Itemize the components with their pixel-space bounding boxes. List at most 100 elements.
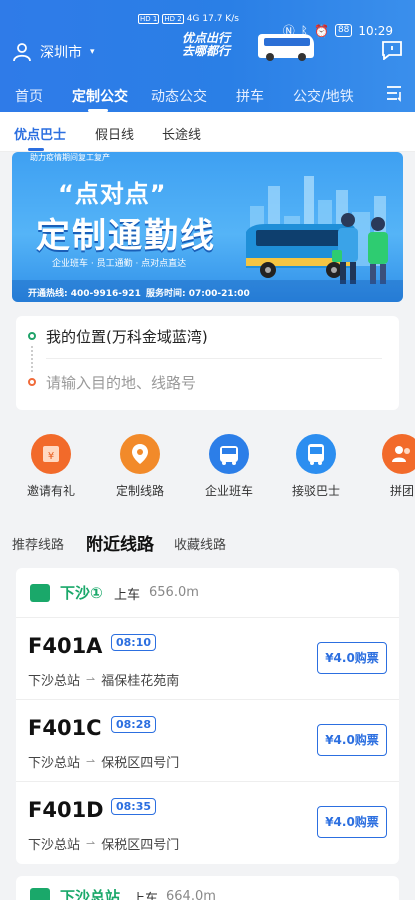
stop-name: 下沙总站 <box>60 888 121 900</box>
route-path: 下沙总站 ⇀ 福保桂花苑南 <box>28 670 179 689</box>
quick-company-bus-label: 企业班车 <box>204 484 253 498</box>
bus-logo-icon <box>258 34 314 61</box>
svg-text:¥: ¥ <box>48 451 54 462</box>
route-destination: 保税区四号门 <box>101 838 180 853</box>
tab-dynamic-bus[interactable]: 动态公交 <box>151 86 207 106</box>
subtab-active-indicator <box>28 148 44 151</box>
alarm-icon: ⏰ <box>314 23 329 38</box>
subtab-long-distance[interactable]: 长途线 <box>162 124 201 143</box>
stop-header[interactable]: 下沙① 上车 656.0m <box>16 568 399 618</box>
sub-tabs: 优点巴士 假日线 长途线 <box>0 112 415 152</box>
route-connector <box>31 346 33 372</box>
route-number: F401D <box>28 798 104 822</box>
menu-icon[interactable] <box>385 84 403 102</box>
destination-dot-icon <box>28 378 36 386</box>
route-origin: 下沙总站 <box>28 838 81 853</box>
banner-hours: 服务时间: 07:00-21:00 <box>146 289 250 299</box>
route-departure-time: 08:28 <box>111 716 157 733</box>
bus-stop-icon <box>30 888 50 900</box>
origin-field[interactable]: 我的位置(万科金域蓝湾) <box>46 326 208 347</box>
board-label: 上车 <box>132 892 159 900</box>
route-row[interactable]: F401A 08:10 下沙总站 ⇀ 福保桂花苑南 ¥4.0购票 <box>16 618 399 700</box>
arrow-right-icon: ⇀ <box>86 837 96 850</box>
message-icon[interactable] <box>381 40 403 60</box>
battery-level: 88 <box>334 24 353 37</box>
status-bar: HD 1 HD 2 4G 17.7 K/s Ⓝ ᛒ ⏰ 88 10:29 <box>0 0 415 38</box>
tab-recommended-routes[interactable]: 推荐线路 <box>12 534 64 553</box>
quick-custom-route[interactable]: 定制线路 <box>100 434 180 499</box>
city-name[interactable]: 深圳市 <box>40 42 82 62</box>
subtab-youdian-bus[interactable]: 优点巴士 <box>14 124 66 143</box>
stop-distance: 664.0m <box>166 889 216 900</box>
quick-invite[interactable]: ¥ 邀请有礼 <box>11 434 91 499</box>
subtab-holiday[interactable]: 假日线 <box>95 124 134 143</box>
stop-distance: 656.0m <box>149 585 199 600</box>
company-bus-icon[interactable] <box>209 434 249 474</box>
tab-carpool[interactable]: 拼车 <box>236 86 264 106</box>
tab-home[interactable]: 首页 <box>15 86 43 106</box>
promo-banner[interactable]: 助力疫情期间复工复产 “点对点” 定制通勤线 企业班车 · 员工通勤 · 点对点… <box>12 152 403 302</box>
nearby-routes-card: 下沙① 上车 656.0m F401A 08:10 下沙总站 ⇀ 福保桂花苑南 … <box>16 568 399 864</box>
buy-ticket-button[interactable]: ¥4.0购票 <box>317 724 387 756</box>
bus-stop-icon <box>30 584 50 602</box>
buy-ticket-button[interactable]: ¥4.0购票 <box>317 642 387 674</box>
quick-group-label: 拼团 <box>389 484 414 498</box>
divider <box>46 358 382 359</box>
banner-note: 助力疫情期间复工复产 <box>30 153 110 162</box>
group-icon[interactable] <box>382 434 415 474</box>
quick-invite-label: 邀请有礼 <box>26 484 75 498</box>
route-origin: 下沙总站 <box>28 756 81 771</box>
signal-indicators: HD 1 HD 2 4G 17.7 K/s <box>138 14 239 24</box>
banner-tags: 企业班车 · 员工通勤 · 点对点直达 <box>52 259 187 269</box>
app-header: HD 1 HD 2 4G 17.7 K/s Ⓝ ᛒ ⏰ 88 10:29 深圳市… <box>0 0 415 112</box>
quick-shuttle-label: 接驳巴士 <box>291 484 340 498</box>
gift-icon[interactable]: ¥ <box>31 434 71 474</box>
origin-dot-icon <box>28 332 36 340</box>
banner-title-1: “点对点” <box>58 180 167 208</box>
board-label: 上车 <box>114 588 141 603</box>
route-tabs: 推荐线路 附近线路 收藏线路 <box>0 524 415 558</box>
route-departure-time: 08:35 <box>111 798 157 815</box>
route-search-card: 我的位置(万科金域蓝湾) 请输入目的地、线路号 <box>16 316 399 410</box>
arrow-right-icon: ⇀ <box>86 755 96 768</box>
route-departure-time: 08:10 <box>111 634 157 651</box>
sim1-badge: HD 1 <box>138 14 160 24</box>
route-destination: 保税区四号门 <box>101 756 180 771</box>
tab-nearby-routes[interactable]: 附近线路 <box>86 530 154 555</box>
stop-name: 下沙① <box>60 584 103 602</box>
tab-favorite-routes[interactable]: 收藏线路 <box>174 534 226 553</box>
quick-custom-route-label: 定制线路 <box>115 484 164 498</box>
route-path: 下沙总站 ⇀ 保税区四号门 <box>28 834 179 853</box>
clock: 10:29 <box>358 23 393 38</box>
buy-ticket-button[interactable]: ¥4.0购票 <box>317 806 387 838</box>
next-stop-card[interactable]: 下沙总站 上车 664.0m <box>16 876 399 900</box>
quick-shuttle[interactable]: 接驳巴士 <box>276 434 356 499</box>
quick-group[interactable]: 拼团 <box>362 434 415 499</box>
route-number: F401A <box>28 634 103 658</box>
quick-company-bus[interactable]: 企业班车 <box>189 434 269 499</box>
destination-input[interactable]: 请输入目的地、线路号 <box>46 372 196 393</box>
quick-actions: ¥ 邀请有礼 定制线路 企业班车 接驳巴士 拼团 <box>0 434 415 504</box>
city-selector[interactable]: 深圳市 ▾ <box>12 42 95 62</box>
slogan-line2: 去哪都行 <box>182 44 231 58</box>
map-pin-icon[interactable] <box>120 434 160 474</box>
passengers-illustration <box>332 213 388 284</box>
banner-title-2: 定制通勤线 <box>36 216 216 256</box>
route-row[interactable]: F401D 08:35 下沙总站 ⇀ 保税区四号门 ¥4.0购票 <box>16 782 399 864</box>
tab-bus-metro[interactable]: 公交/地铁 <box>293 86 354 106</box>
route-path: 下沙总站 ⇀ 保税区四号门 <box>28 752 179 771</box>
main-nav: 首页 定制公交 动态公交 拼车 公交/地铁 <box>0 78 415 112</box>
route-destination: 福保桂花苑南 <box>101 674 180 689</box>
user-icon[interactable] <box>12 42 32 62</box>
route-row[interactable]: F401C 08:28 下沙总站 ⇀ 保税区四号门 ¥4.0购票 <box>16 700 399 782</box>
network-speed: 17.7 K/s <box>202 14 239 24</box>
tab-custom-bus[interactable]: 定制公交 <box>72 86 128 106</box>
route-origin: 下沙总站 <box>28 674 81 689</box>
arrow-right-icon: ⇀ <box>86 673 96 686</box>
shuttle-bus-icon[interactable] <box>296 434 336 474</box>
banner-footer: 开通热线: 400-9916-921 服务时间: 07:00-21:00 <box>12 280 403 302</box>
sim2-badge: HD 2 <box>162 14 184 24</box>
network-type: 4G <box>186 14 200 24</box>
route-number: F401C <box>28 716 102 740</box>
banner-hotline: 开通热线: 400-9916-921 <box>28 289 141 299</box>
